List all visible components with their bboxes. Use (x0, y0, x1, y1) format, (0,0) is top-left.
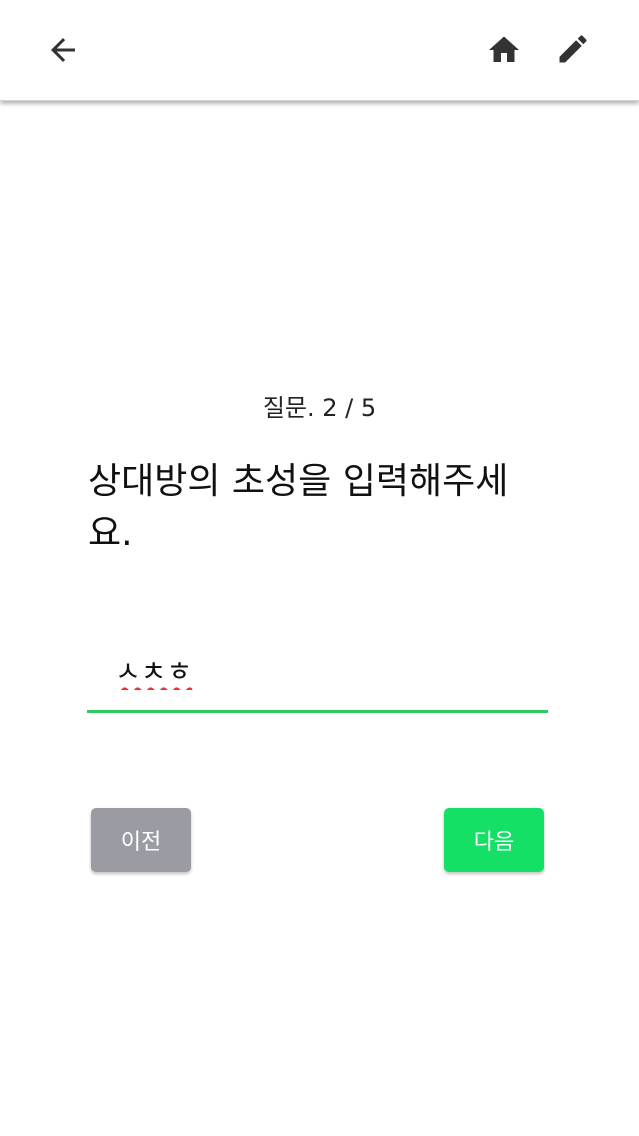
answer-input[interactable] (115, 648, 535, 692)
pencil-icon (559, 35, 587, 63)
home-icon (489, 36, 519, 62)
arrow-left-icon (51, 38, 75, 62)
quiz-screen: 질문. 2 / 5 상대방의 초성을 입력해주세요. 이전 다음 (0, 0, 639, 1136)
next-button-label: 다음 (473, 830, 515, 855)
question-title: 상대방의 초성을 입력해주세요. (88, 461, 509, 554)
back-button[interactable] (39, 26, 87, 74)
next-button[interactable]: 다음 (444, 808, 544, 872)
answer-field[interactable] (87, 640, 548, 713)
top-app-bar (0, 0, 639, 101)
home-button[interactable] (480, 26, 528, 74)
question-counter: 질문. 2 / 5 (262, 394, 377, 422)
prev-button[interactable]: 이전 (91, 808, 191, 872)
prev-button-label: 이전 (120, 830, 162, 855)
edit-button[interactable] (549, 25, 597, 73)
